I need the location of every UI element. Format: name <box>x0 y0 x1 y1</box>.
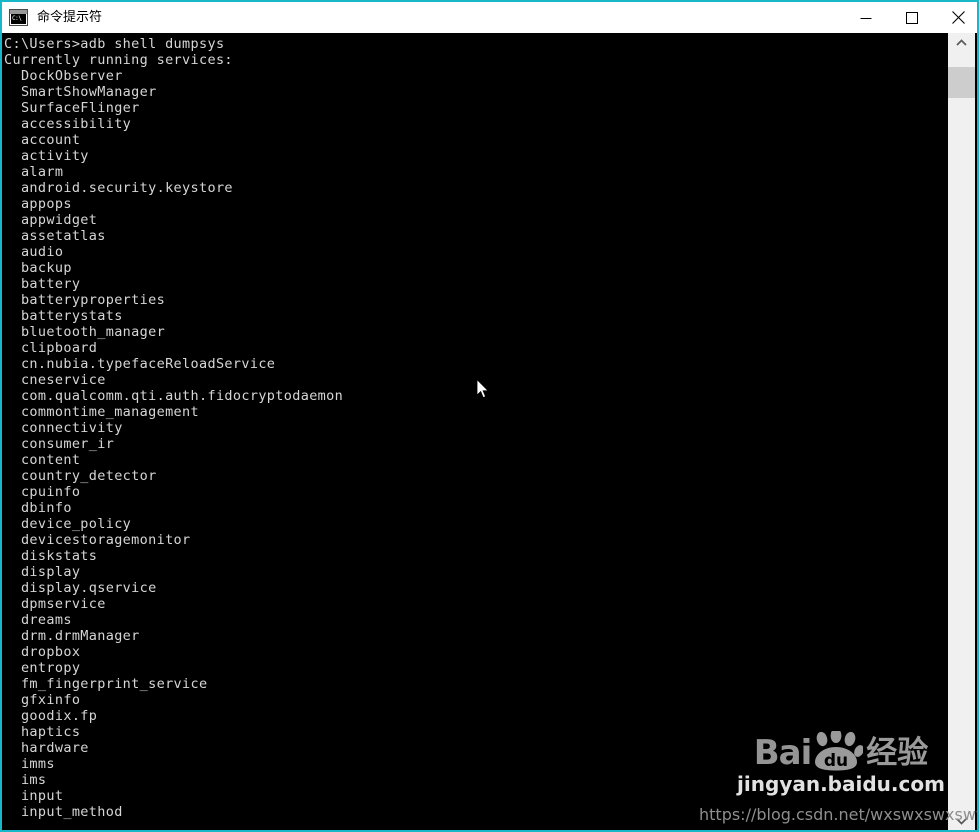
command-prompt-window: C:\ 命令提示符 — ☐ ✕ <box>0 0 979 832</box>
close-button[interactable]: ✕ <box>935 2 977 33</box>
cmd-icon-screen: C:\ <box>11 14 26 24</box>
titlebar-left-group: C:\ 命令提示符 <box>2 2 843 33</box>
vertical-scrollbar[interactable] <box>948 33 975 830</box>
scrollbar-thumb[interactable] <box>948 67 975 98</box>
window-titlebar[interactable]: C:\ 命令提示符 — ☐ ✕ <box>2 2 977 33</box>
scrollbar-track[interactable] <box>948 52 975 811</box>
console-output-area[interactable]: C:\Users>adb shell dumpsys Currently run… <box>4 33 952 830</box>
cmd-console-icon: C:\ <box>9 9 28 26</box>
window-controls: — ☐ ✕ <box>843 2 977 33</box>
chevron-up-icon[interactable] <box>948 33 975 52</box>
minimize-button[interactable]: — <box>843 2 889 33</box>
window-title: 命令提示符 <box>37 10 103 25</box>
console-text: C:\Users>adb shell dumpsys Currently run… <box>4 36 344 820</box>
chevron-down-icon[interactable] <box>948 811 975 830</box>
maximize-button[interactable]: ☐ <box>889 2 935 33</box>
